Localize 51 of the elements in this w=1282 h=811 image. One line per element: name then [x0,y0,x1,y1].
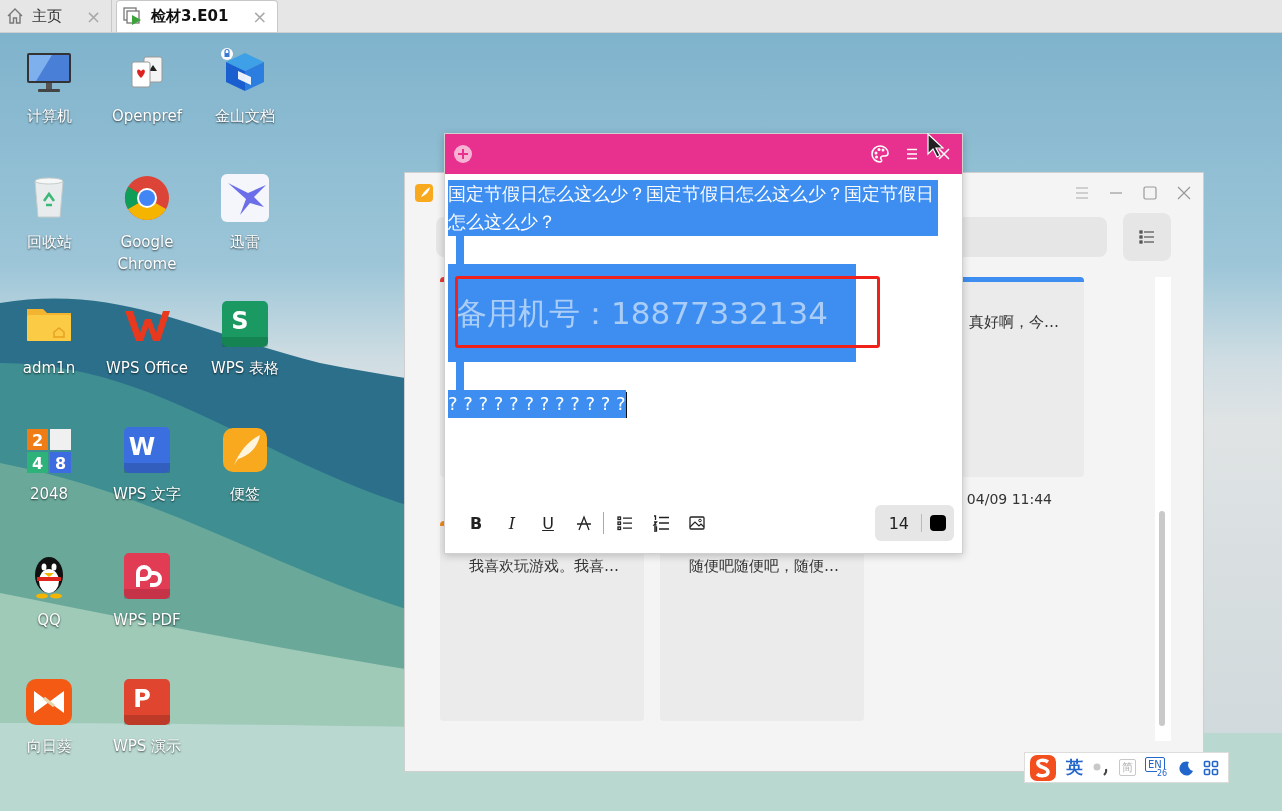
numbered-list-icon [652,514,670,532]
palette-icon[interactable] [870,144,890,164]
layout-number: 26 [1157,768,1168,778]
text-color-swatch[interactable] [930,515,946,531]
note-date: 04/09 11:44 [965,490,1053,507]
desktop-icon-label: WPS 表格 [210,358,280,379]
list-view-button[interactable] [1123,213,1171,261]
feather-icon [415,184,433,202]
note-preview: 真好啊，今… [968,312,1060,332]
app-tile-icon[interactable]: P [122,677,172,727]
home-icon [6,7,24,25]
image-icon [688,514,706,532]
tab[interactable]: 检材3.E01 × [116,0,279,32]
sogou-logo-icon[interactable] [1029,753,1057,782]
desktop-icon-label: 计算机 [26,106,72,127]
desktop-icon-label: 金山文档 [215,106,275,127]
desktop-icon-label: Openpref [112,106,182,127]
browser-logo-icon[interactable] [122,173,172,223]
desktop-icon-label: QQ [37,610,61,631]
app-tile-icon[interactable]: S [220,299,270,349]
strikethrough-icon [575,514,593,532]
desktop-icon-label: WPS 演示 [112,736,182,757]
remote-app-icon[interactable] [24,677,74,727]
desktop-icon-label: Google Chrome [116,232,178,275]
bird-icon[interactable] [220,173,270,223]
pdf-app-icon[interactable] [122,551,172,601]
list-icon [1139,229,1155,245]
desktop-icon-label: 向日葵 [26,736,72,757]
desktop-icon-label: WPS 文字 [112,484,182,505]
tab[interactable]: 主页 × [0,0,113,32]
grid-icon[interactable] [1203,759,1219,776]
desktop-icon-label: 回收站 [26,232,72,253]
bullet-list-icon [616,514,634,532]
scrollbar-thumb[interactable] [1159,511,1165,726]
large-note-text: 备用机号：18877332134 [448,264,856,362]
language-mode[interactable]: 英 [1066,756,1083,779]
note-preview: 随便吧随便吧，随便… [688,556,840,576]
desktop-icon-label: adm1n [22,358,76,379]
note-text: 国定节假日怎么这么少？国定节假日怎么这么少？国定节假日怎么这么少？ [448,180,938,236]
note-preview: 我喜欢玩游戏。我喜… [468,556,620,576]
desktop-icon-label: WPS PDF [113,610,181,631]
desktop-icon-label: 2048 [29,484,69,505]
desktop-icon-label: WPS Office [106,358,188,379]
desktop-icon-label: 迅雷 [230,232,260,253]
desktop-icon-label: 便签 [230,484,260,505]
app-tile-icon[interactable]: W [122,425,172,475]
note-text: ? ? ? ? ? ? ? ? ? ? ? ? [448,390,626,418]
moon-icon[interactable] [1178,759,1194,776]
font-size-button[interactable]: 14 [884,513,913,533]
add-icon[interactable] [453,144,473,164]
feather-icon[interactable] [220,425,270,475]
